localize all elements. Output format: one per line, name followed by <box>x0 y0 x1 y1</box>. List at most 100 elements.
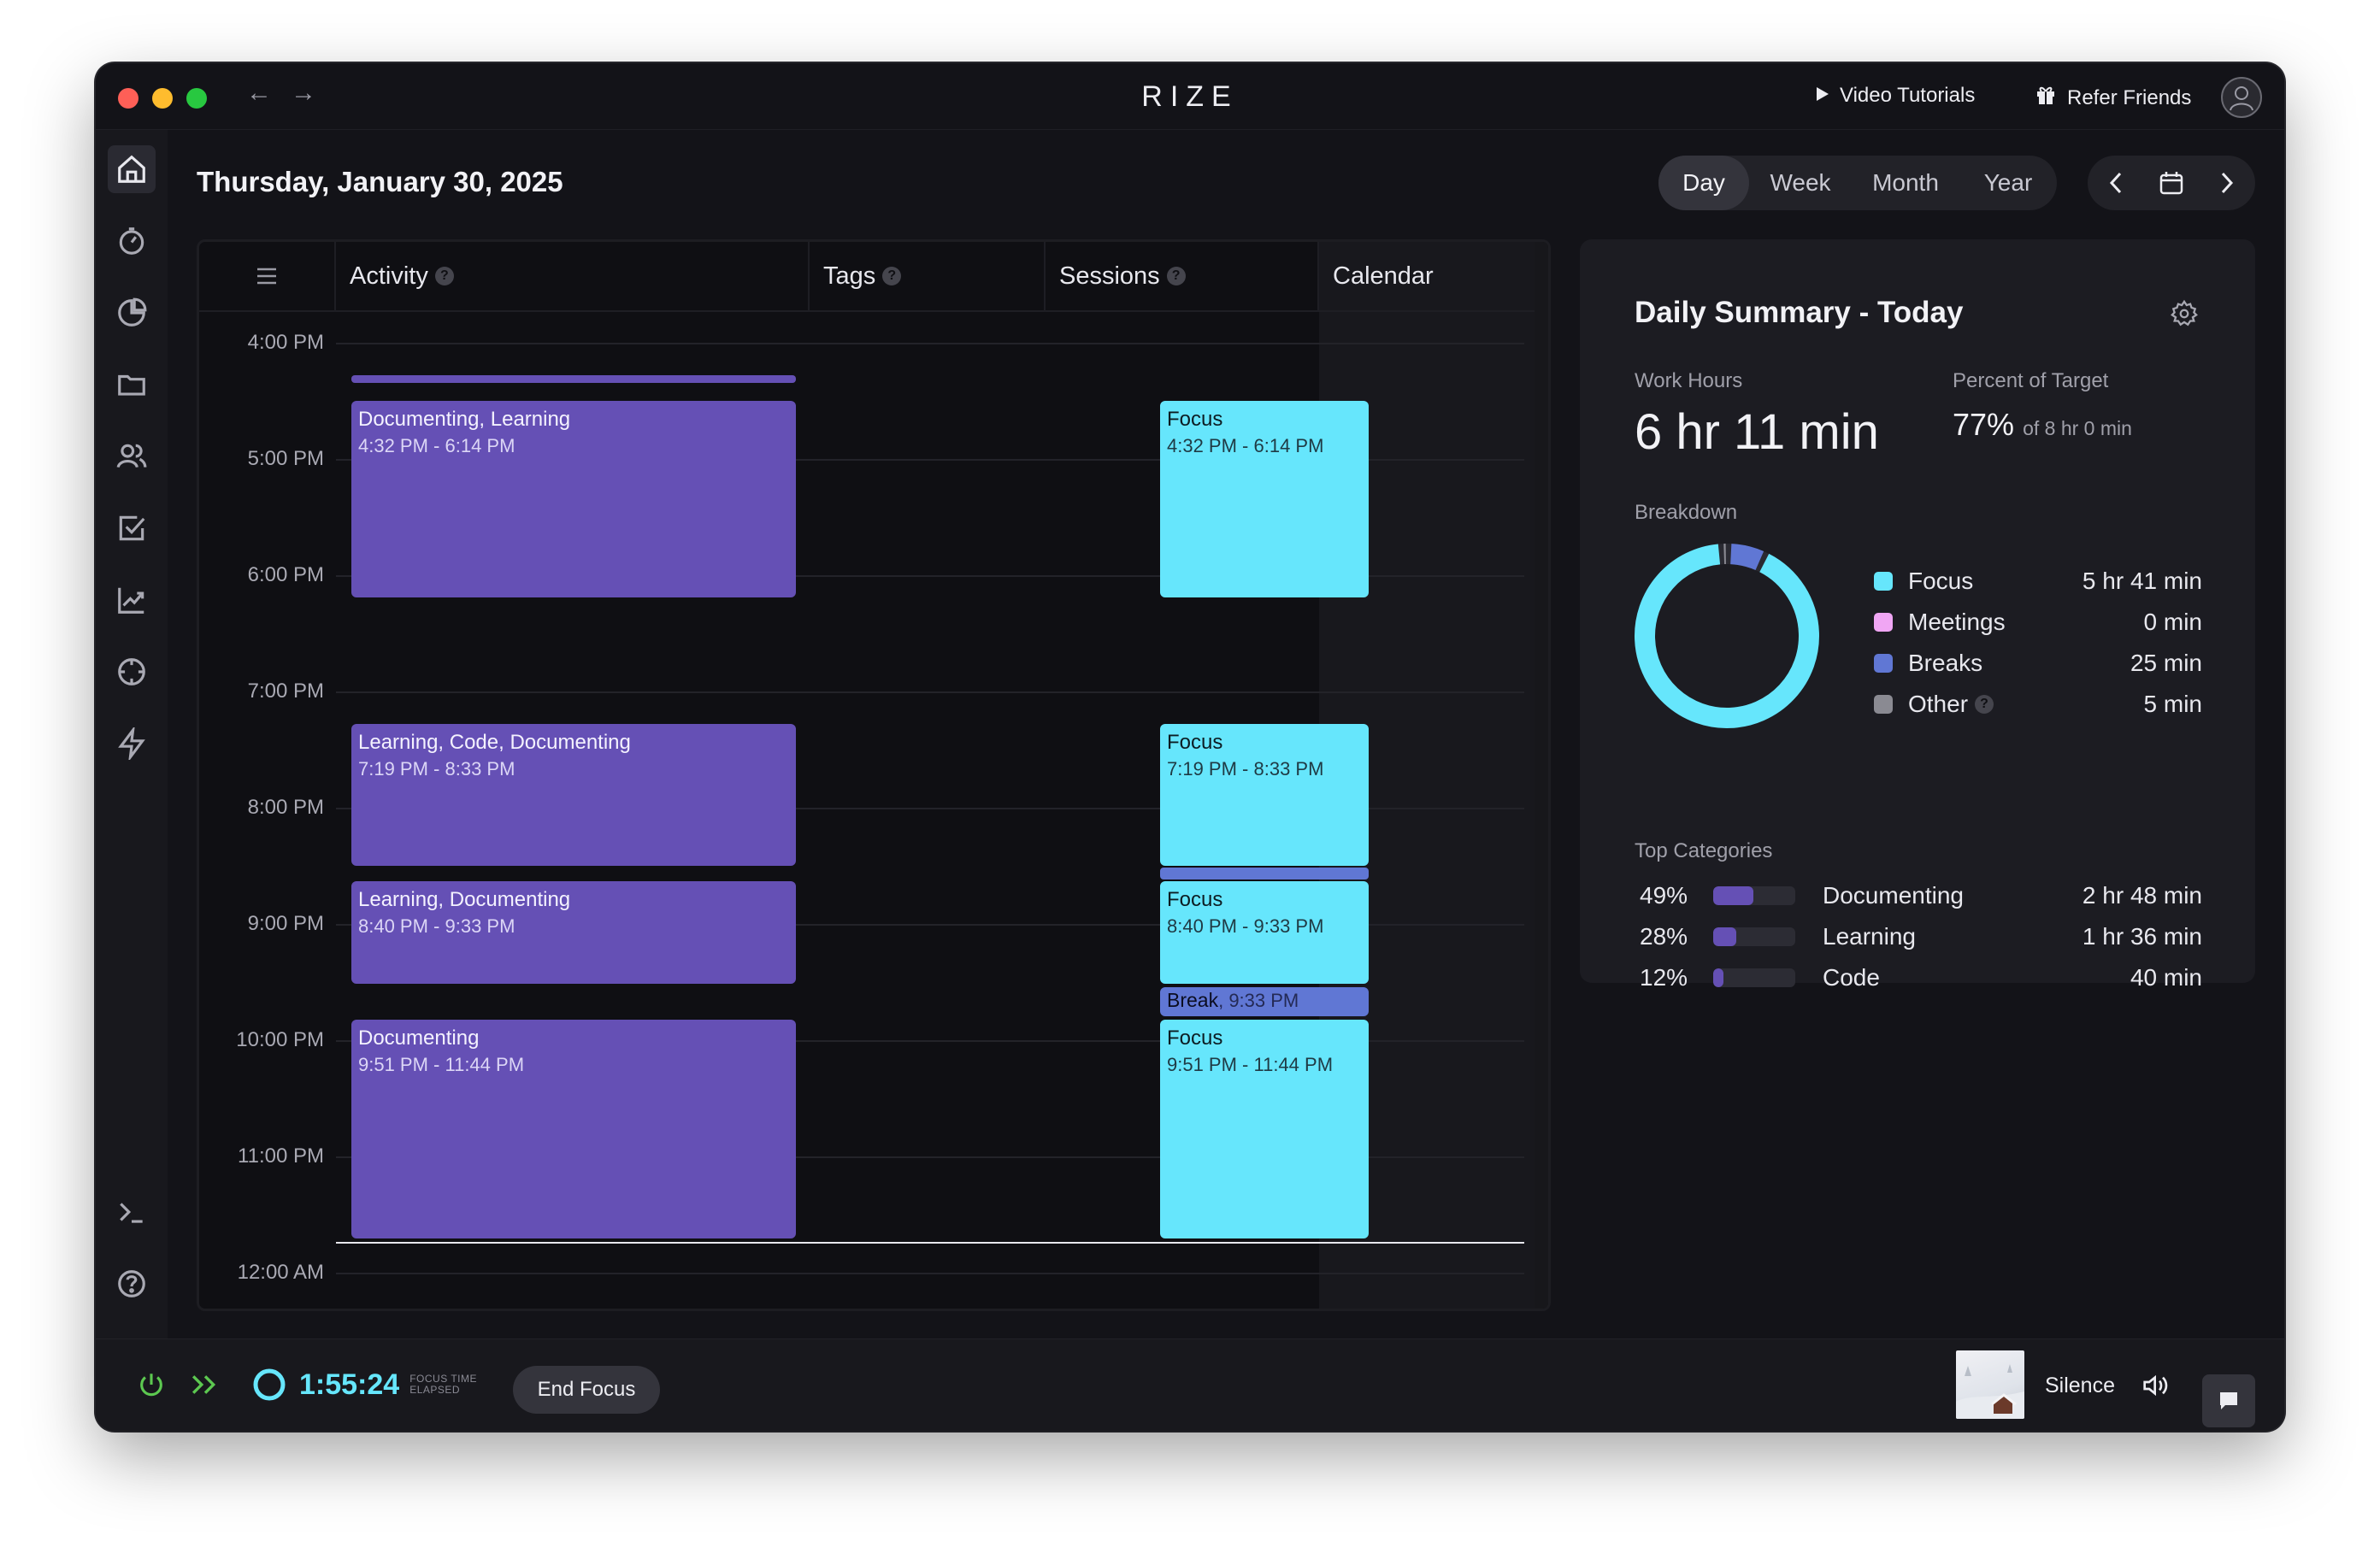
category-bar-fill <box>1713 968 1723 987</box>
activity-title: Learning, Code, Documenting <box>358 731 631 754</box>
category-bar <box>1713 927 1795 946</box>
break-marker-bar[interactable] <box>1160 868 1369 880</box>
legend-swatch <box>1874 613 1893 632</box>
session-block[interactable]: Focus 9:51 PM - 11:44 PM <box>1160 1020 1369 1238</box>
help-icon[interactable]: ? <box>1975 695 1994 714</box>
terminal-icon[interactable] <box>108 1188 156 1236</box>
breakdown-row-meetings: Meetings 0 min <box>1874 605 2202 639</box>
hour-gridline <box>336 691 1524 693</box>
snow-landscape-image <box>1956 1364 2024 1419</box>
chat-button[interactable] <box>2202 1374 2255 1427</box>
timer-caption: FOCUS TIME ELAPSED <box>409 1374 477 1396</box>
activity-title: Learning, Documenting <box>358 888 571 911</box>
pie-chart-icon[interactable] <box>108 289 156 337</box>
work-hours-value: 6 hr 11 min <box>1635 404 1879 460</box>
hour-label: 12:00 AM <box>237 1261 324 1284</box>
user-avatar[interactable] <box>2221 77 2262 118</box>
crosshair-icon[interactable] <box>108 648 156 696</box>
activity-block[interactable]: Learning, Code, Documenting 7:19 PM - 8:… <box>351 724 796 866</box>
focus-timer[interactable]: 1:55:24 FOCUS TIME ELAPSED <box>251 1367 477 1403</box>
hour-gridline <box>336 343 1524 344</box>
sidebar <box>96 130 168 1431</box>
hour-label: 8:00 PM <box>247 796 324 819</box>
category-value: 2 hr 48 min <box>2082 882 2202 909</box>
session-title: Focus <box>1167 888 1223 911</box>
activity-block[interactable]: Documenting, Learning 4:32 PM - 6:14 PM <box>351 401 796 597</box>
current-time-line <box>336 1242 1524 1244</box>
break-block[interactable]: Break, 9:33 PM <box>1160 987 1369 1016</box>
checkbox-icon[interactable] <box>108 504 156 552</box>
hour-label: 9:00 PM <box>247 912 324 935</box>
help-icon[interactable]: ? <box>882 267 902 285</box>
chat-icon <box>2220 1392 2237 1409</box>
power-icon[interactable] <box>137 1370 166 1399</box>
breakdown-name: Focus <box>1908 568 1974 594</box>
activity-marker-bar[interactable] <box>351 375 796 383</box>
chevron-left-icon[interactable] <box>2094 162 2137 204</box>
session-time: 8:40 PM - 9:33 PM <box>1167 915 1324 937</box>
activity-block[interactable]: Learning, Documenting 8:40 PM - 9:33 PM <box>351 881 796 984</box>
skip-forward-icon[interactable] <box>190 1370 221 1399</box>
category-name: Code <box>1823 964 1880 991</box>
timeline-panel: Activity? Tags? Sessions? Calendar 4:00 … <box>197 239 1551 1311</box>
category-row[interactable]: 28% Learning 1 hr 36 min <box>1635 920 2202 954</box>
end-focus-button[interactable]: End Focus <box>513 1366 660 1414</box>
hour-label: 7:00 PM <box>247 679 324 703</box>
tab-year[interactable]: Year <box>1959 156 2057 210</box>
session-block[interactable]: Focus 7:19 PM - 8:33 PM <box>1160 724 1369 866</box>
calendar-icon[interactable] <box>2150 162 2193 204</box>
tab-month[interactable]: Month <box>1852 156 1959 210</box>
category-row[interactable]: 49% Documenting 2 hr 48 min <box>1635 879 2202 913</box>
summary-title: Daily Summary - Today <box>1635 296 1964 329</box>
help-icon[interactable] <box>108 1260 156 1308</box>
refer-friends-link[interactable]: Refer Friends <box>2035 84 2191 112</box>
breakdown-row-breaks: Breaks 25 min <box>1874 646 2202 680</box>
category-row[interactable]: 12% Code 40 min <box>1635 961 2202 995</box>
refer-friends-label: Refer Friends <box>2067 85 2192 109</box>
hour-label: 4:00 PM <box>247 331 324 354</box>
session-block[interactable]: Focus 4:32 PM - 6:14 PM <box>1160 401 1369 597</box>
hour-label: 5:00 PM <box>247 447 324 470</box>
help-icon[interactable]: ? <box>434 267 454 285</box>
users-icon[interactable] <box>108 432 156 480</box>
column-header-sessions[interactable]: Sessions? <box>1046 242 1319 310</box>
timeline-menu-button[interactable] <box>199 242 336 310</box>
column-header-tags[interactable]: Tags? <box>810 242 1046 310</box>
session-time: 9:51 PM - 11:44 PM <box>1167 1054 1334 1075</box>
breakdown-label: Breakdown <box>1635 501 1738 524</box>
legend-swatch <box>1874 572 1893 591</box>
folder-icon[interactable] <box>108 361 156 409</box>
work-hours-label: Work Hours <box>1635 369 1743 392</box>
home-icon[interactable] <box>108 145 156 193</box>
activity-block[interactable]: Documenting 9:51 PM - 11:44 PM <box>351 1020 796 1238</box>
legend-swatch <box>1874 654 1893 673</box>
music-artwork[interactable] <box>1956 1350 2024 1419</box>
help-icon[interactable]: ? <box>1166 267 1186 285</box>
timeline-scrollbar[interactable] <box>1535 242 1548 1309</box>
hour-label: 10:00 PM <box>236 1028 324 1051</box>
lightning-icon[interactable] <box>108 720 156 768</box>
tab-day[interactable]: Day <box>1658 156 1749 210</box>
category-value: 40 min <box>2130 964 2202 991</box>
category-percent: 12% <box>1640 964 1688 991</box>
breakdown-row-focus: Focus 5 hr 41 min <box>1874 564 2202 598</box>
chevron-right-icon[interactable] <box>2206 162 2248 204</box>
summary-settings-icon[interactable] <box>2170 299 2199 332</box>
hour-label: 11:00 PM <box>238 1144 324 1168</box>
break-title: Break <box>1167 989 1219 1011</box>
session-block[interactable]: Focus 8:40 PM - 9:33 PM <box>1160 881 1369 984</box>
trend-chart-icon[interactable] <box>108 576 156 624</box>
column-header-activity[interactable]: Activity? <box>336 242 810 310</box>
session-time: 4:32 PM - 6:14 PM <box>1167 435 1324 456</box>
breakdown-value: 25 min <box>2130 650 2202 676</box>
session-title: Focus <box>1167 731 1223 754</box>
volume-icon[interactable] <box>2141 1372 2171 1399</box>
session-title: Focus <box>1167 1027 1223 1050</box>
category-bar-fill <box>1713 927 1736 946</box>
column-header-calendar[interactable]: Calendar <box>1319 242 1548 310</box>
video-tutorials-label: Video Tutorials <box>1840 84 1976 107</box>
video-tutorials-link[interactable]: Video Tutorials <box>1816 84 1975 108</box>
percent-target-of: of 8 hr 0 min <box>2023 417 2132 439</box>
tab-week[interactable]: Week <box>1749 156 1852 210</box>
timer-icon[interactable] <box>108 217 156 265</box>
